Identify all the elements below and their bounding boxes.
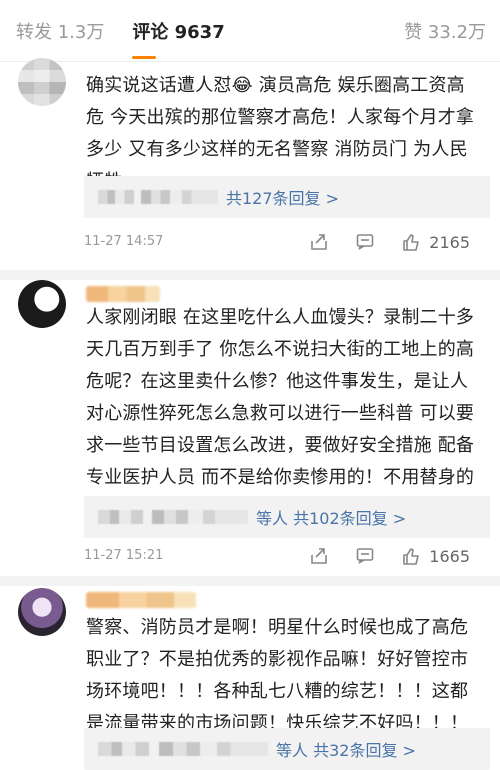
reply-avatars-blurred (98, 190, 218, 204)
share-icon[interactable] (309, 232, 329, 252)
like-count: 2165 (429, 232, 470, 252)
comment-item: 确实说这话遭人怼😂 演员高危 娱乐圈高工资高危 今天出殡的那位警察才高危！人家每… (0, 58, 500, 270)
comment-icon[interactable] (355, 546, 375, 566)
like-count: 1665 (429, 546, 470, 566)
comment-actions: 1665 (309, 546, 470, 566)
reply-summary[interactable]: 等人 共102条回复 > (84, 496, 490, 538)
comment-text: 人家刚闭眼 在这里吃什么人血馒头？录制二十多天几百万到手了 你怎么不说扫大街的工… (86, 307, 475, 520)
reply-avatars-blurred (98, 510, 248, 524)
comment-time: 11-27 15:21 (84, 548, 164, 563)
tab-comments-label: 评论 9637 (132, 21, 225, 43)
reply-count-link[interactable]: 等人 共102条回复 > (256, 505, 406, 529)
like-icon (401, 232, 421, 252)
comment-tabs: 转发 1.3万 评论 9637 赞 33.2万 (0, 0, 500, 62)
avatar[interactable] (18, 58, 66, 106)
comment-item: 警察、消防员才是啊！明星什么时候也成了高危职业了？不是拍优秀的影视作品嘛！好好管… (0, 586, 500, 770)
reply-count-link[interactable]: 等人 共32条回复 > (276, 737, 416, 761)
reply-avatars-blurred (98, 742, 268, 756)
comment-icon[interactable] (355, 232, 375, 252)
reply-count-link[interactable]: 共127条回复 > (226, 185, 339, 209)
comment-actions: 2165 (309, 232, 470, 252)
share-icon[interactable] (309, 546, 329, 566)
section-divider (0, 270, 500, 280)
comment-item: 人家刚闭眼 在这里吃什么人血馒头？录制二十多天几百万到手了 你怎么不说扫大街的工… (0, 280, 500, 576)
avatar[interactable] (18, 588, 66, 636)
comment-meta: 11-27 14:57 2165 (84, 232, 484, 254)
tab-comments[interactable]: 评论 9637 (132, 18, 225, 59)
active-tab-underline (132, 56, 157, 59)
tab-likes[interactable]: 赞 33.2万 (404, 18, 486, 44)
like-icon (401, 546, 421, 566)
username-blurred[interactable] (86, 592, 196, 608)
reply-summary[interactable]: 等人 共32条回复 > (84, 728, 490, 770)
comment-time: 11-27 14:57 (84, 234, 164, 249)
comment-meta: 11-27 15:21 1665 (84, 546, 484, 568)
comment-text: 警察、消防员才是啊！明星什么时候也成了高危职业了？不是拍优秀的影视作品嘛！好好管… (86, 617, 469, 734)
reply-summary[interactable]: 共127条回复 > (84, 176, 490, 218)
section-divider (0, 576, 500, 586)
like-control[interactable]: 2165 (401, 232, 470, 252)
like-control[interactable]: 1665 (401, 546, 470, 566)
username-blurred[interactable] (86, 286, 160, 302)
avatar[interactable] (18, 280, 66, 328)
tab-repost[interactable]: 转发 1.3万 (16, 18, 104, 44)
